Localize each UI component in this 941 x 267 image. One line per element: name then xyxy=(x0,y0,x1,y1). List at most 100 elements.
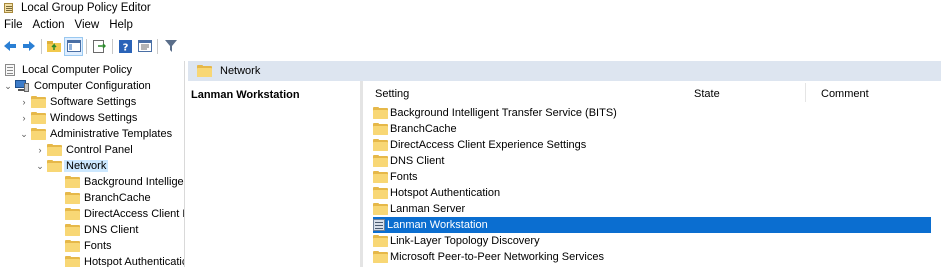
tree-node-directaccess-client[interactable]: DirectAccess Client Ex xyxy=(65,206,184,222)
filter-button[interactable] xyxy=(161,37,180,56)
list-item[interactable]: Link-Layer Topology Discovery xyxy=(373,233,931,249)
tree-node-label: Hotspot Authenticatic xyxy=(84,256,185,267)
tree-node-hotspot-authentication[interactable]: Hotspot Authenticatic xyxy=(65,254,185,267)
list-item-label: Microsoft Peer-to-Peer Networking Servic… xyxy=(390,251,604,263)
list-item-label: Fonts xyxy=(390,171,418,183)
tree-node-software-settings[interactable]: › Software Settings xyxy=(19,94,136,110)
export-list-icon xyxy=(92,39,106,53)
properties-button[interactable] xyxy=(135,37,154,56)
export-list-button[interactable] xyxy=(90,37,109,56)
list-item-label: Lanman Server xyxy=(390,203,466,215)
back-button[interactable] xyxy=(0,37,19,56)
policy-editor-icon xyxy=(3,2,15,14)
folder-icon xyxy=(373,171,388,183)
up-folder-icon xyxy=(47,40,61,52)
list-item[interactable]: BranchCache xyxy=(373,121,931,137)
chevron-down-icon[interactable]: ⌄ xyxy=(35,161,45,171)
up-one-level-button[interactable] xyxy=(45,37,64,56)
show-hide-tree-button[interactable] xyxy=(64,36,83,56)
chevron-down-icon[interactable]: ⌄ xyxy=(3,81,13,91)
tree-node-administrative-templates[interactable]: ⌄ Administrative Templates xyxy=(19,126,172,142)
menu-action[interactable]: Action xyxy=(28,19,70,31)
folder-icon xyxy=(373,203,388,215)
folder-icon xyxy=(373,107,388,119)
description-panel: Lanman Workstation xyxy=(188,81,363,267)
list-item-label: Lanman Workstation xyxy=(387,219,488,231)
folder-icon xyxy=(65,240,80,252)
tree-node-label: DNS Client xyxy=(84,224,139,236)
tree-node-local-computer-policy[interactable]: Local Computer Policy xyxy=(3,62,132,78)
computer-icon xyxy=(15,79,30,93)
forward-button[interactable] xyxy=(19,37,38,56)
filter-icon xyxy=(164,40,177,52)
folder-icon xyxy=(65,224,80,236)
list-item[interactable]: Hotspot Authentication xyxy=(373,185,931,201)
list-item[interactable]: DNS Client xyxy=(373,153,931,169)
folder-open-icon xyxy=(197,65,212,77)
chevron-right-icon[interactable]: › xyxy=(19,97,29,107)
tree-node-label: Administrative Templates xyxy=(50,128,173,140)
folder-icon xyxy=(373,155,388,167)
tree-node-branchcache[interactable]: BranchCache xyxy=(65,190,151,206)
toolbar-separator xyxy=(86,38,87,54)
list-item-label: Hotspot Authentication xyxy=(390,187,501,199)
tree-node-label: Control Panel xyxy=(66,144,133,156)
list-item[interactable]: Lanman Server xyxy=(373,201,931,217)
list-item-label: Link-Layer Topology Discovery xyxy=(390,235,540,247)
tree-node-label: Fonts xyxy=(84,240,112,252)
tree-node-control-panel[interactable]: › Control Panel xyxy=(35,142,133,158)
tree-node-label: Network xyxy=(64,160,109,172)
tree-node-dns-client[interactable]: DNS Client xyxy=(65,222,138,238)
list-column-headers: Setting State Comment xyxy=(363,81,941,105)
folder-icon xyxy=(31,128,46,140)
list-item[interactable]: Fonts xyxy=(373,169,931,185)
tree-node-windows-settings[interactable]: › Windows Settings xyxy=(19,110,137,126)
toolbar-separator xyxy=(41,38,42,54)
help-button[interactable]: ? xyxy=(116,37,135,56)
column-header-setting[interactable]: Setting xyxy=(375,88,409,100)
chevron-down-icon[interactable]: ⌄ xyxy=(19,129,29,139)
chevron-right-icon[interactable]: › xyxy=(35,145,45,155)
tree-node-fonts[interactable]: Fonts xyxy=(65,238,112,254)
menu-view[interactable]: View xyxy=(70,19,105,31)
menu-bar: File Action View Help xyxy=(0,16,138,34)
menu-file[interactable]: File xyxy=(0,19,28,31)
column-divider[interactable] xyxy=(805,83,806,102)
chevron-right-icon[interactable]: › xyxy=(19,113,29,123)
tree-node-background-intelligent[interactable]: Background Intelligen xyxy=(65,174,184,190)
window-title: Local Group Policy Editor xyxy=(21,1,151,14)
folder-icon xyxy=(65,176,80,188)
folder-icon xyxy=(373,251,388,263)
toolbar-separator xyxy=(157,38,158,54)
list-item-label: BranchCache xyxy=(390,123,457,135)
show-hide-tree-icon xyxy=(66,40,81,52)
tree-node-network[interactable]: ⌄ Network xyxy=(35,158,109,174)
details-header: Network xyxy=(188,61,941,81)
folder-icon xyxy=(373,187,388,199)
list-item[interactable]: DirectAccess Client Experience Settings xyxy=(373,137,931,153)
tree-node-label: BranchCache xyxy=(84,192,151,204)
list-item[interactable]: Microsoft Peer-to-Peer Networking Servic… xyxy=(373,249,931,265)
details-header-title: Network xyxy=(220,65,261,77)
folder-icon xyxy=(31,112,46,124)
svg-text:?: ? xyxy=(123,42,129,53)
list-item-label: DirectAccess Client Experience Settings xyxy=(390,139,587,151)
menu-help[interactable]: Help xyxy=(104,19,138,31)
folder-icon xyxy=(373,139,388,151)
column-header-state[interactable]: State xyxy=(694,88,720,100)
tree-node-computer-configuration[interactable]: ⌄ Computer Configuration xyxy=(3,78,151,94)
list-item[interactable]: Background Intelligent Transfer Service … xyxy=(373,105,931,121)
settings-list: Setting State Comment Background Intelli… xyxy=(363,81,941,267)
navigation-tree: Local Computer Policy ⌄ Computer Configu… xyxy=(0,61,185,267)
back-arrow-icon xyxy=(3,41,16,51)
list-item-selected[interactable]: Lanman Workstation xyxy=(373,217,931,233)
tree-node-label: Windows Settings xyxy=(50,112,138,124)
policy-document-icon xyxy=(3,63,18,77)
list-item-label: Background Intelligent Transfer Service … xyxy=(390,107,617,119)
folder-icon xyxy=(65,208,80,220)
folder-icon xyxy=(31,96,46,108)
folder-icon xyxy=(373,235,388,247)
description-title: Lanman Workstation xyxy=(191,89,300,101)
column-header-comment[interactable]: Comment xyxy=(821,88,869,100)
details-pane: Network Lanman Workstation Setting State… xyxy=(188,61,941,267)
